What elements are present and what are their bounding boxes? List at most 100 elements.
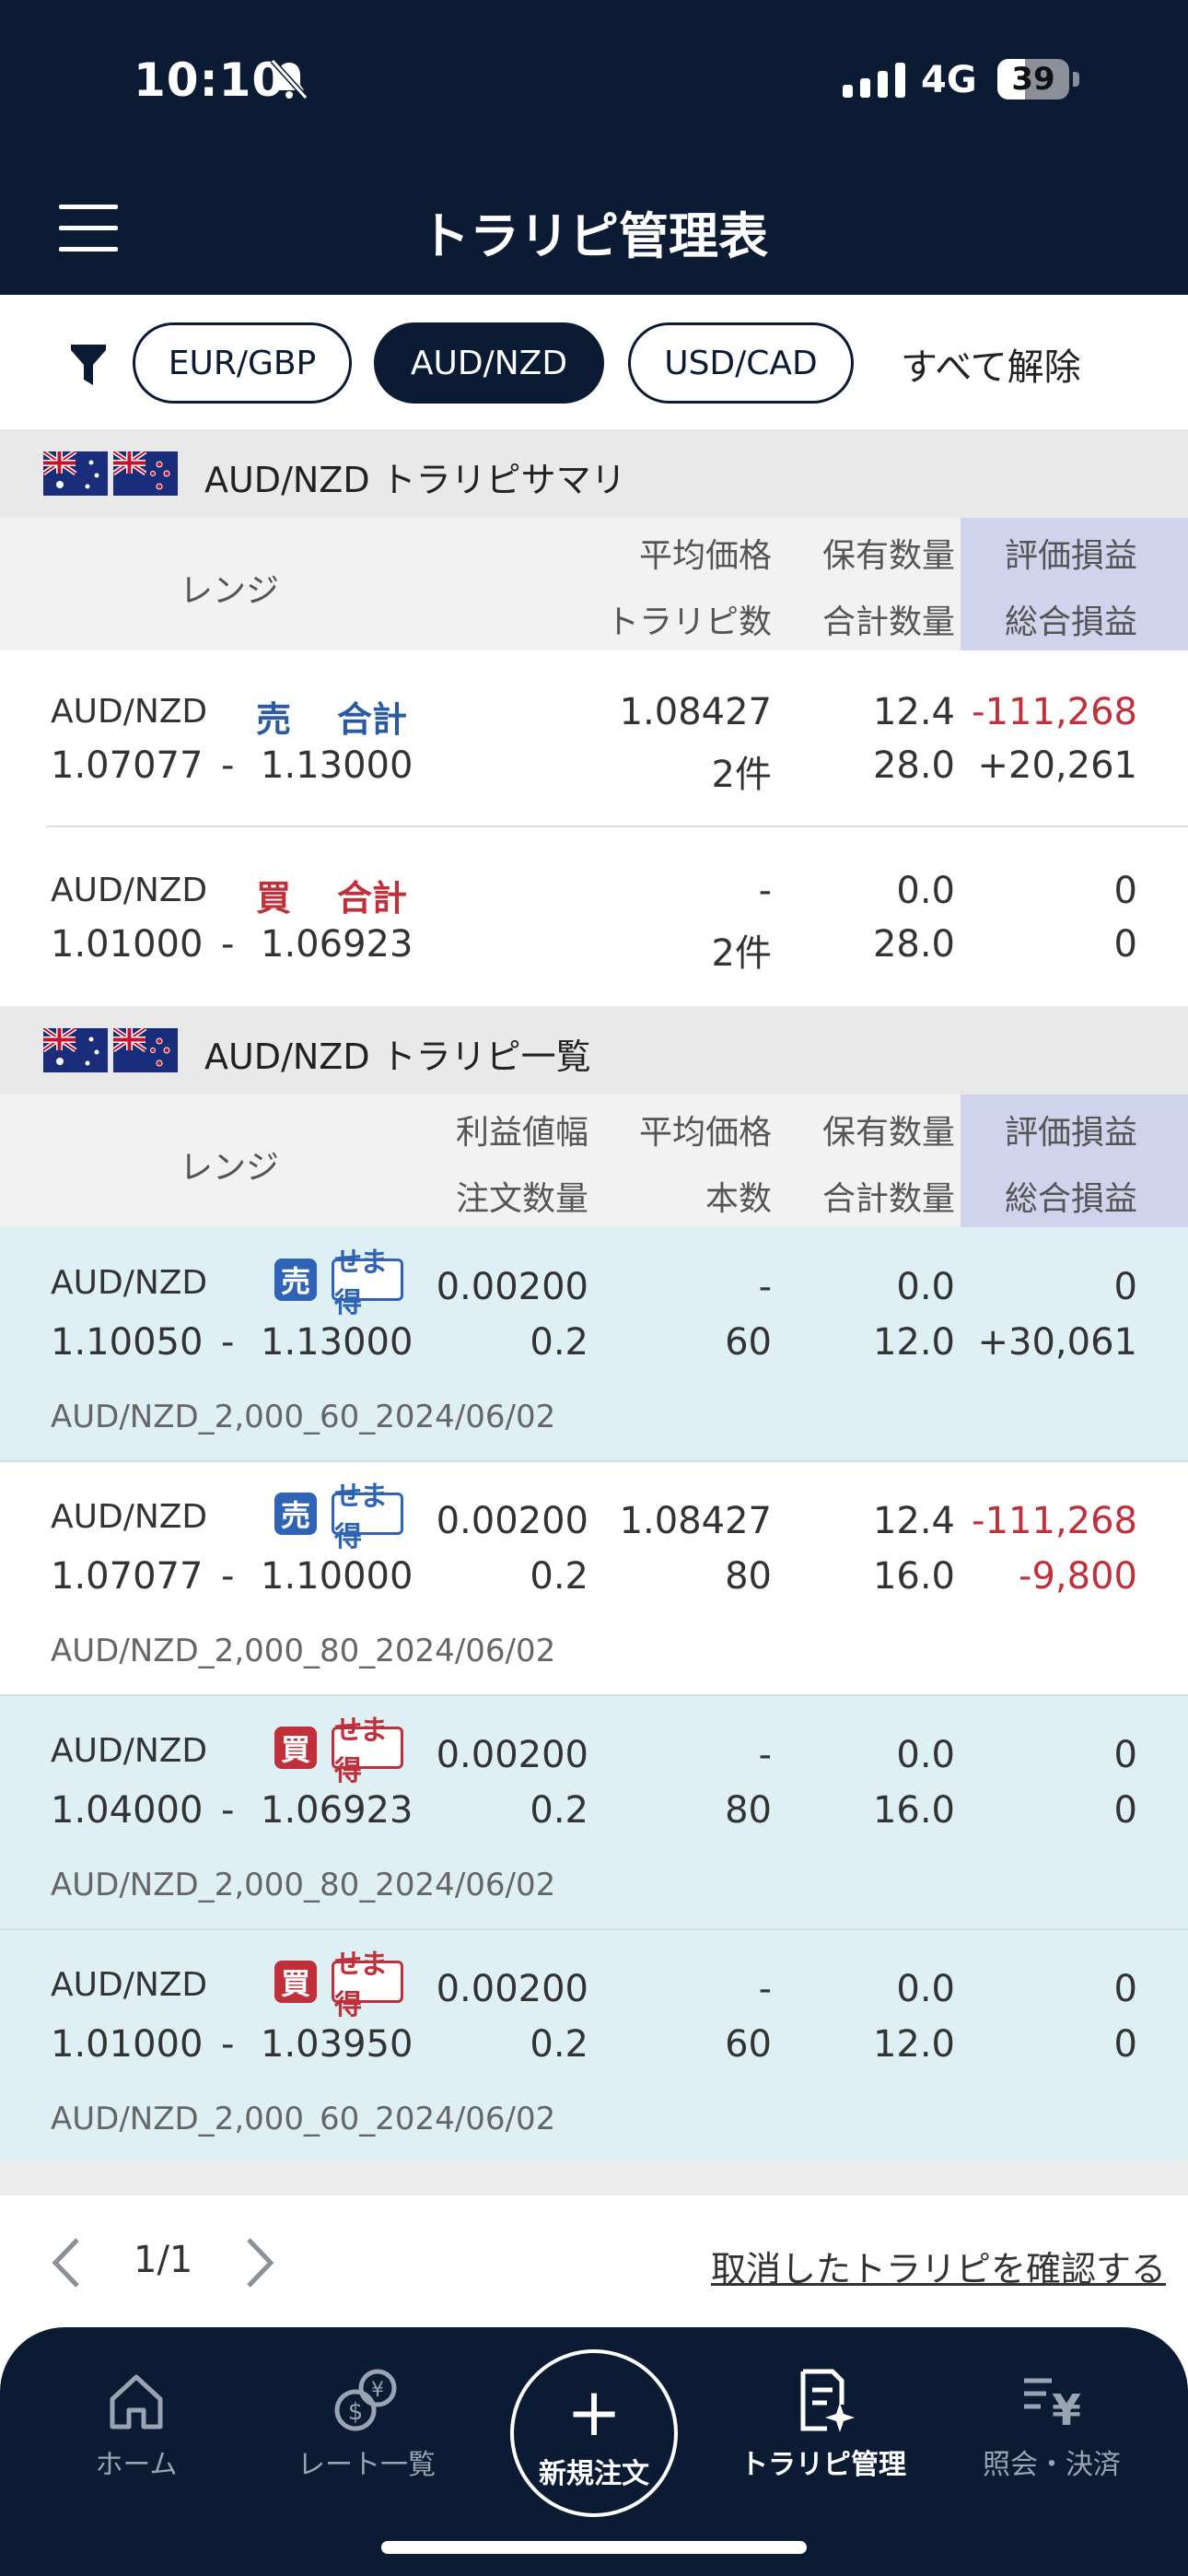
- header-range: レンジ: [180, 1149, 280, 1187]
- battery-level: 39: [1011, 61, 1055, 98]
- range-separator: -: [221, 1321, 235, 1364]
- list-section-title: AUD/NZD トラリピ一覧: [204, 1036, 591, 1077]
- holding-qty: 0.0: [896, 1734, 955, 1776]
- total-qty: 28.0: [872, 744, 955, 787]
- profit-width: 0.00200: [436, 1500, 588, 1542]
- range-high: 1.10000: [261, 1555, 413, 1598]
- nz-flag-icon: [113, 451, 178, 496]
- order-qty: 0.2: [530, 2023, 588, 2066]
- trap-name: AUD/NZD_2,000_60_2024/06/02: [51, 2101, 556, 2137]
- clear-all-filters-button[interactable]: すべて解除: [901, 337, 1081, 391]
- total-pl: 0: [1113, 2023, 1137, 2066]
- range-separator: -: [221, 1789, 235, 1832]
- nav-inquiry[interactable]: ¥ 照会・決済: [950, 2368, 1153, 2497]
- header-trap-count: トラリピ数: [605, 603, 772, 641]
- pair-label: AUD/NZD: [51, 693, 208, 731]
- range-low: 1.01000: [51, 923, 204, 966]
- app-header: 10:10 4G 39 トラリピ管理表: [0, 0, 1188, 295]
- pair-label: AUD/NZD: [51, 872, 208, 909]
- total-label: 合計: [337, 878, 408, 919]
- nav-rates-label: レート一覧: [297, 2449, 436, 2481]
- profit-width: 0.00200: [436, 1734, 588, 1776]
- semadoku-badge: せま得: [332, 1715, 403, 1787]
- order-qty: 0.2: [530, 1555, 588, 1598]
- nav-home[interactable]: ホーム: [35, 2368, 238, 2497]
- header-total-qty: 合計数量: [821, 1180, 955, 1218]
- trap-count: 2件: [711, 754, 772, 796]
- battery-icon: 39: [997, 59, 1069, 100]
- summary-section-title-bar: AUD/NZD トラリピサマリ: [0, 429, 1188, 518]
- filter-chip-aud-nzd[interactable]: AUD/NZD: [374, 322, 604, 404]
- total-qty: 16.0: [872, 1555, 955, 1598]
- svg-text:$: $: [348, 2398, 364, 2426]
- new-order-button[interactable]: + 新規注文: [510, 2349, 678, 2517]
- filter-icon[interactable]: [69, 343, 108, 387]
- order-qty: 0.2: [530, 1321, 588, 1364]
- nav-rates[interactable]: $ ¥ レート一覧: [265, 2368, 468, 2497]
- total-qty: 28.0: [872, 923, 955, 966]
- nav-trap-management-label: トラリピ管理: [740, 2449, 906, 2481]
- nav-trap-management[interactable]: トラリピ管理: [722, 2368, 925, 2497]
- avg-price: 1.08427: [619, 1500, 772, 1542]
- count: 80: [725, 1789, 772, 1832]
- semadoku-badge: せま得: [332, 1481, 403, 1553]
- holding-qty: 0.0: [896, 870, 955, 912]
- header-order-qty: 注文数量: [455, 1180, 588, 1218]
- unrealized-pl: -111,268: [972, 1500, 1137, 1542]
- view-cancelled-traps-link[interactable]: 取消したトラリピを確認する: [711, 2241, 1166, 2291]
- chevron-left-icon[interactable]: [48, 2234, 85, 2291]
- header-range: レンジ: [180, 572, 280, 610]
- unrealized-pl: -111,268: [972, 691, 1137, 733]
- header-unrealized-pl: 評価損益: [1004, 537, 1137, 575]
- holding-qty: 0.0: [896, 1968, 955, 2010]
- semadoku-badge: せま得: [332, 1949, 403, 2021]
- header-avg-price: 平均価格: [638, 537, 772, 575]
- avg-price: 1.08427: [619, 691, 772, 733]
- au-flag-icon: [43, 1028, 108, 1072]
- unrealized-pl: 0: [1113, 1968, 1137, 2010]
- count: 60: [725, 2023, 772, 2066]
- total-pl: 0: [1113, 1789, 1137, 1832]
- row-divider: [46, 825, 1188, 827]
- row-divider: [0, 1460, 1188, 1462]
- nav-inquiry-label: 照会・決済: [983, 2449, 1121, 2481]
- range-high: 1.13000: [261, 1321, 413, 1364]
- total-qty: 12.0: [872, 2023, 955, 2066]
- pair-label: AUD/NZD: [51, 1966, 208, 2004]
- holding-qty: 12.4: [872, 691, 955, 733]
- list-column-header: レンジ 利益値幅 注文数量 平均価格 本数 保有数量 合計数量 評価損益 総合損…: [0, 1095, 1188, 1227]
- side-label-sell: 売: [256, 699, 292, 740]
- currency-coins-icon: $ ¥: [334, 2369, 397, 2431]
- range-high: 1.03950: [261, 2023, 413, 2066]
- total-label: 合計: [337, 699, 408, 740]
- unrealized-pl: 0: [1113, 1266, 1137, 1308]
- new-order-label: 新規注文: [539, 2458, 649, 2490]
- count: 60: [725, 1321, 772, 1364]
- holding-qty: 0.0: [896, 1266, 955, 1308]
- page-title: トラリピ管理表: [420, 207, 768, 265]
- svg-text:¥: ¥: [371, 2379, 384, 2402]
- header-holding: 保有数量: [821, 537, 955, 575]
- chevron-right-icon[interactable]: [241, 2234, 278, 2291]
- battery-tip: [1073, 72, 1079, 87]
- order-qty: 0.2: [530, 1789, 588, 1832]
- nz-flag-icon: [113, 1028, 178, 1072]
- trap-count: 2件: [711, 932, 772, 975]
- avg-price: -: [758, 1266, 772, 1308]
- trap-name: AUD/NZD_2,000_60_2024/06/02: [51, 1399, 556, 1435]
- range-separator: -: [221, 923, 235, 966]
- network-type: 4G: [921, 59, 977, 101]
- home-indicator: [381, 2541, 807, 2554]
- header-count: 本数: [705, 1180, 772, 1218]
- signal-icon: [843, 63, 905, 98]
- filter-chip-usd-cad[interactable]: USD/CAD: [628, 322, 854, 404]
- filter-chip-eur-gbp[interactable]: EUR/GBP: [133, 322, 352, 404]
- range-low: 1.01000: [51, 2023, 204, 2066]
- list-end-spacer: [0, 2160, 1188, 2195]
- range-separator: -: [221, 1555, 235, 1598]
- sell-badge: 売: [274, 1493, 317, 1535]
- buy-badge: 買: [274, 1961, 317, 2003]
- summary-column-header: レンジ 平均価格 トラリピ数 保有数量 合計数量 評価損益 総合損益: [0, 518, 1188, 650]
- au-flag-icon: [43, 451, 108, 496]
- side-label-buy: 買: [256, 878, 292, 919]
